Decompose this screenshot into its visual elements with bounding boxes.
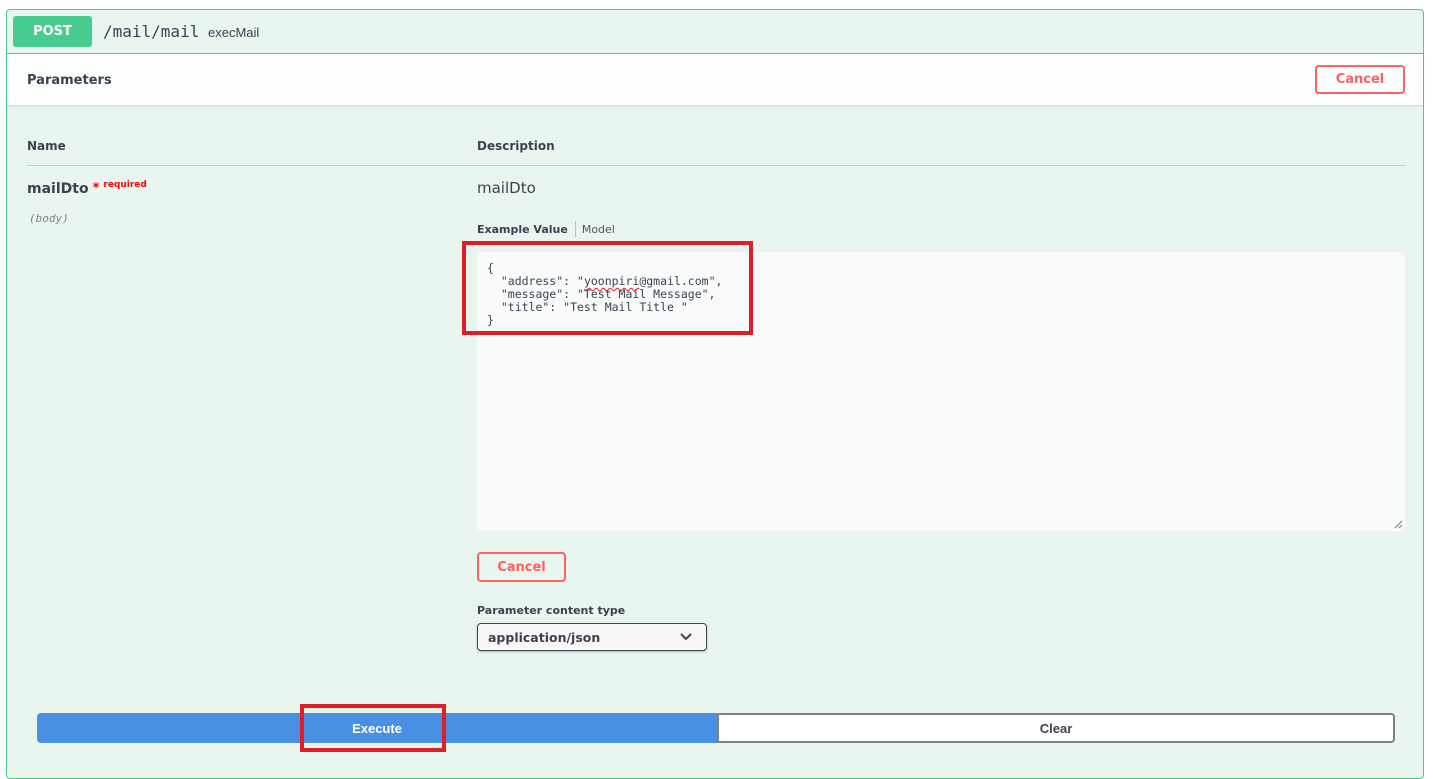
content-type-select[interactable]: application/json bbox=[477, 623, 707, 651]
json-address-rest: @gmail.com", bbox=[639, 274, 723, 288]
cancel-try-out-button[interactable]: Cancel bbox=[1315, 65, 1405, 94]
column-header-name: Name bbox=[27, 139, 66, 153]
json-message-line: "message": "Test Mail Message", bbox=[487, 287, 716, 301]
cancel-body-button[interactable]: Cancel bbox=[477, 552, 566, 582]
resize-grip-icon[interactable] bbox=[1394, 520, 1403, 529]
json-address-user: yoonpiri bbox=[583, 274, 640, 288]
tab-model[interactable]: Model bbox=[576, 223, 615, 236]
parameters-header: Parameters Cancel bbox=[7, 54, 1423, 105]
content-type-value: application/json bbox=[488, 629, 601, 645]
operation-summary[interactable]: POST /mail/mail execMail bbox=[7, 10, 1423, 54]
parameter-description: mailDto bbox=[477, 179, 536, 197]
parameter-name-cell: mailDto * required bbox=[27, 180, 147, 197]
request-body-json: { "address": "yoonpiri@gmail.com", "mess… bbox=[487, 262, 722, 327]
json-close-brace: } bbox=[487, 313, 494, 327]
parameter-name: mailDto bbox=[27, 181, 89, 197]
required-star: * bbox=[92, 181, 100, 196]
json-open-brace: { bbox=[487, 261, 494, 275]
table-divider bbox=[27, 165, 1406, 166]
method-badge: POST bbox=[13, 16, 92, 47]
content-type-label: Parameter content type bbox=[477, 604, 626, 617]
tab-example-value[interactable]: Example Value bbox=[477, 223, 575, 236]
clear-button[interactable]: Clear bbox=[717, 713, 1395, 743]
json-address-key: "address": " bbox=[487, 274, 584, 288]
execute-wrapper: Execute Clear bbox=[37, 713, 1395, 743]
required-label: required bbox=[103, 180, 147, 190]
request-body-textarea[interactable]: { "address": "yoonpiri@gmail.com", "mess… bbox=[477, 252, 1405, 531]
operation-block: POST /mail/mail execMail Parameters Canc… bbox=[6, 9, 1424, 779]
json-title-line: "title": "Test Mail Title " bbox=[487, 300, 688, 314]
operation-id: execMail bbox=[208, 25, 260, 40]
column-header-description: Description bbox=[477, 139, 555, 153]
parameter-location: (body) bbox=[29, 212, 69, 225]
endpoint-path: /mail/mail bbox=[103, 22, 200, 41]
body-tabs: Example Value Model bbox=[477, 221, 615, 237]
chevron-down-icon bbox=[680, 633, 692, 641]
parameters-title: Parameters bbox=[27, 73, 112, 88]
execute-button[interactable]: Execute bbox=[37, 713, 717, 743]
